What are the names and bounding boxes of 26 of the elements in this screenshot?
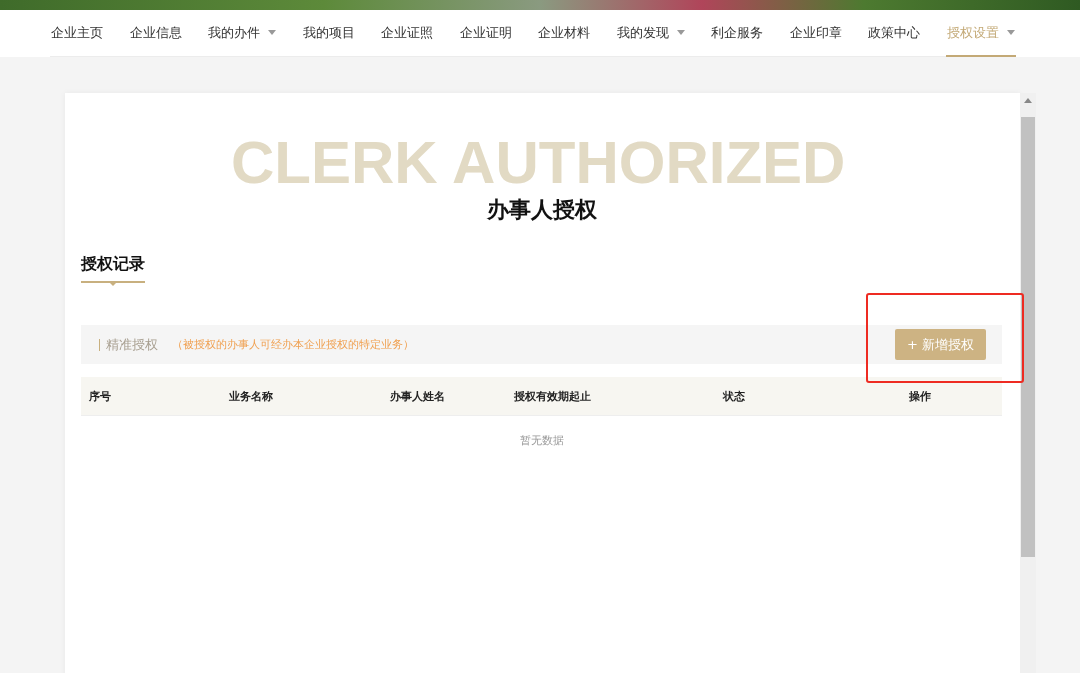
- nav-tab[interactable]: 政策中心: [867, 10, 922, 57]
- column-header: 业务名称: [229, 388, 274, 404]
- toolbar-label: 精准授权: [99, 338, 158, 351]
- nav-tab[interactable]: 企业信息: [128, 10, 183, 57]
- column-header: 序号: [89, 388, 112, 404]
- scrollbar[interactable]: [1020, 93, 1036, 673]
- page-title: 办事人授权: [486, 196, 597, 224]
- nav-tab[interactable]: 我的发现: [615, 10, 686, 57]
- scroll-thumb[interactable]: [1021, 117, 1035, 557]
- scroll-up-icon[interactable]: [1024, 98, 1032, 103]
- nav-tab[interactable]: 我的办件: [207, 10, 278, 57]
- nav-tab[interactable]: 我的项目: [301, 10, 356, 57]
- column-header: 办事人姓名: [390, 388, 446, 404]
- nav-tab[interactable]: 企业材料: [537, 10, 592, 57]
- nav-tab[interactable]: 企业主页: [50, 10, 104, 57]
- nav-tab[interactable]: 企业印章: [788, 10, 843, 57]
- column-header: 授权有效期起止: [514, 388, 592, 404]
- background-watermark: CLERK AUTHORIZED: [231, 133, 846, 193]
- nav-tab[interactable]: 利企服务: [710, 10, 765, 57]
- section-title: 授权记录: [81, 254, 145, 283]
- nav-tab[interactable]: 企业证明: [458, 10, 513, 57]
- empty-text: 暂无数据: [518, 433, 565, 448]
- column-header: 操作: [909, 388, 932, 404]
- column-header: 状态: [723, 388, 746, 404]
- toolbar-hint: （被授权的办事人可经办本企业授权的特定业务）: [172, 337, 414, 352]
- nav-tab[interactable]: 企业证照: [380, 10, 435, 57]
